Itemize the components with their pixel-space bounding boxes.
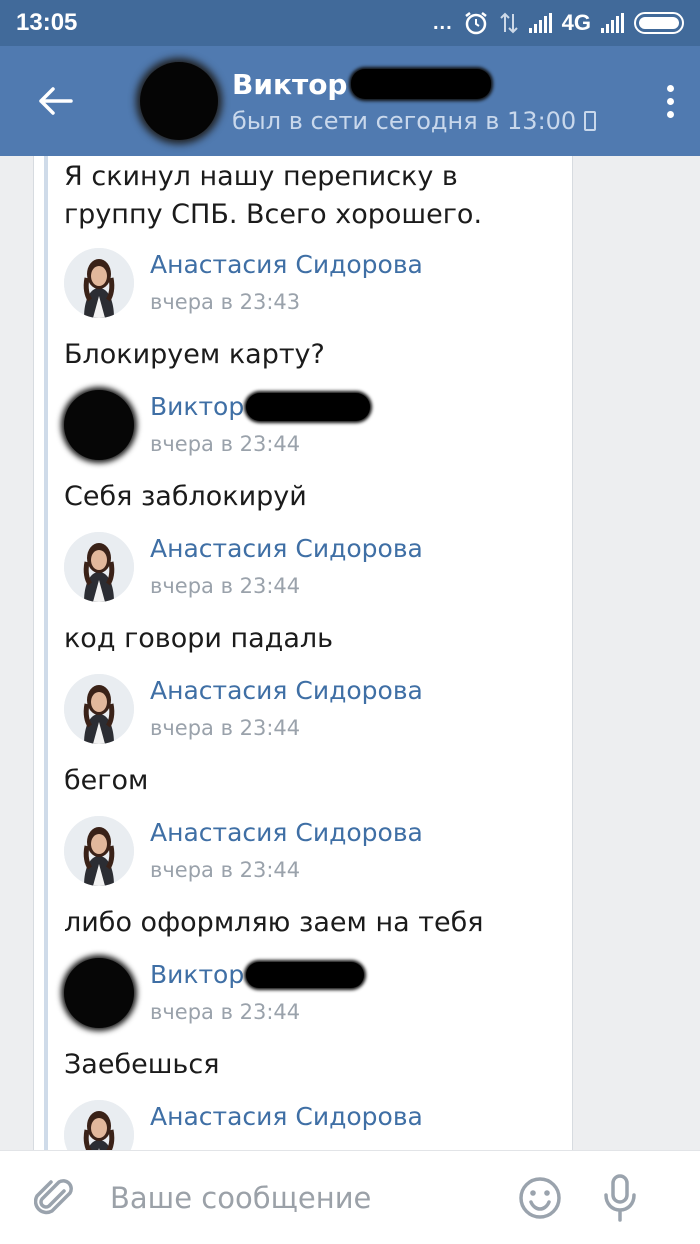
message-text: Заебешься	[64, 1049, 220, 1080]
voice-message-button[interactable]	[590, 1151, 650, 1244]
emoji-button[interactable]	[510, 1151, 570, 1244]
redaction-mark	[246, 392, 371, 421]
status-bar: 13:05 ... 4G	[0, 0, 700, 46]
message-author[interactable]: Анастасия Сидорова вчера в 23:44	[64, 532, 544, 602]
paperclip-icon	[34, 1178, 73, 1214]
message-text: либо оформляю заем на тебя	[64, 907, 484, 938]
avatar[interactable]	[64, 390, 134, 460]
status-icons: ... 4G	[433, 10, 684, 36]
more-vertical-icon	[666, 84, 674, 118]
author-name: Анастасия Сидорова	[150, 1102, 423, 1131]
message-text: Блокируем карту?	[64, 339, 325, 370]
author-name: Виктор	[150, 960, 245, 989]
message-time: вчера в 23:44	[150, 432, 301, 456]
contact-avatar[interactable]	[140, 62, 218, 140]
message-author[interactable]: Анастасия Сидорова вчера в 23:43	[64, 248, 544, 318]
last-seen-status: был в сети сегодня в 13:00	[232, 106, 577, 135]
notification-dots: ...	[432, 11, 453, 34]
author-name: Анастасия Сидорова	[150, 676, 423, 705]
message-text: код говори падаль	[64, 623, 334, 654]
message-author[interactable]: Анастасия Сидорова вчера в 23:44	[64, 674, 544, 744]
contact-name: Виктор	[232, 67, 348, 101]
avatar[interactable]	[64, 532, 134, 602]
author-name: Виктор	[150, 392, 245, 421]
author-name: Анастасия Сидорова	[150, 250, 423, 279]
chat-header: Виктор был в сети сегодня в 13:00	[0, 46, 700, 156]
signal-icon	[601, 13, 624, 33]
avatar[interactable]	[64, 248, 134, 318]
avatar[interactable]	[64, 816, 134, 886]
emoji-icon	[519, 1176, 561, 1219]
message-text: Себя заблокируй	[64, 481, 307, 512]
author-name: Анастасия Сидорова	[150, 818, 423, 847]
redaction-mark	[351, 69, 492, 99]
status-time: 13:05	[16, 9, 78, 36]
message-time: вчера в 23:44	[150, 716, 301, 740]
network-type: 4G	[561, 10, 591, 35]
back-button[interactable]	[0, 46, 110, 156]
alarm-icon	[464, 12, 487, 35]
message-author[interactable]: Анастасия Сидорова вчера в 23:44	[64, 816, 544, 886]
message-time: вчера в 23:44	[150, 574, 301, 598]
author-name: Анастасия Сидорова	[150, 534, 423, 563]
message-author[interactable]: Виктор вчера в 23:44	[64, 390, 544, 460]
forward-quote-line	[44, 156, 48, 1150]
message-time: вчера в 23:44	[150, 1000, 301, 1024]
avatar[interactable]	[64, 674, 134, 744]
message-text: бегом	[64, 765, 149, 796]
message-composer	[0, 1150, 700, 1244]
back-arrow-icon	[39, 87, 73, 115]
message-list[interactable]: Я скинул нашу переписку в группу СПБ. Вс…	[0, 156, 700, 1150]
message-author[interactable]: Анастасия Сидорова	[64, 1100, 544, 1150]
microphone-icon	[604, 1173, 636, 1222]
message-author[interactable]: Виктор вчера в 23:44	[64, 958, 544, 1028]
message-input[interactable]	[110, 1167, 490, 1228]
phone-device-icon	[584, 110, 597, 131]
message-time: вчера в 23:43	[150, 290, 301, 314]
data-arrows-icon	[499, 12, 518, 34]
avatar[interactable]	[64, 958, 134, 1028]
more-menu-button[interactable]	[640, 46, 700, 156]
battery-icon	[634, 12, 684, 34]
contact-info[interactable]: Виктор был в сети сегодня в 13:00	[232, 67, 597, 135]
redaction-mark	[246, 961, 365, 988]
signal-icon	[528, 13, 552, 33]
avatar[interactable]	[64, 1100, 134, 1150]
attach-button[interactable]	[0, 1151, 110, 1244]
message-text: Я скинул нашу переписку в группу СПБ. Вс…	[64, 161, 483, 230]
message-time: вчера в 23:44	[150, 858, 301, 882]
